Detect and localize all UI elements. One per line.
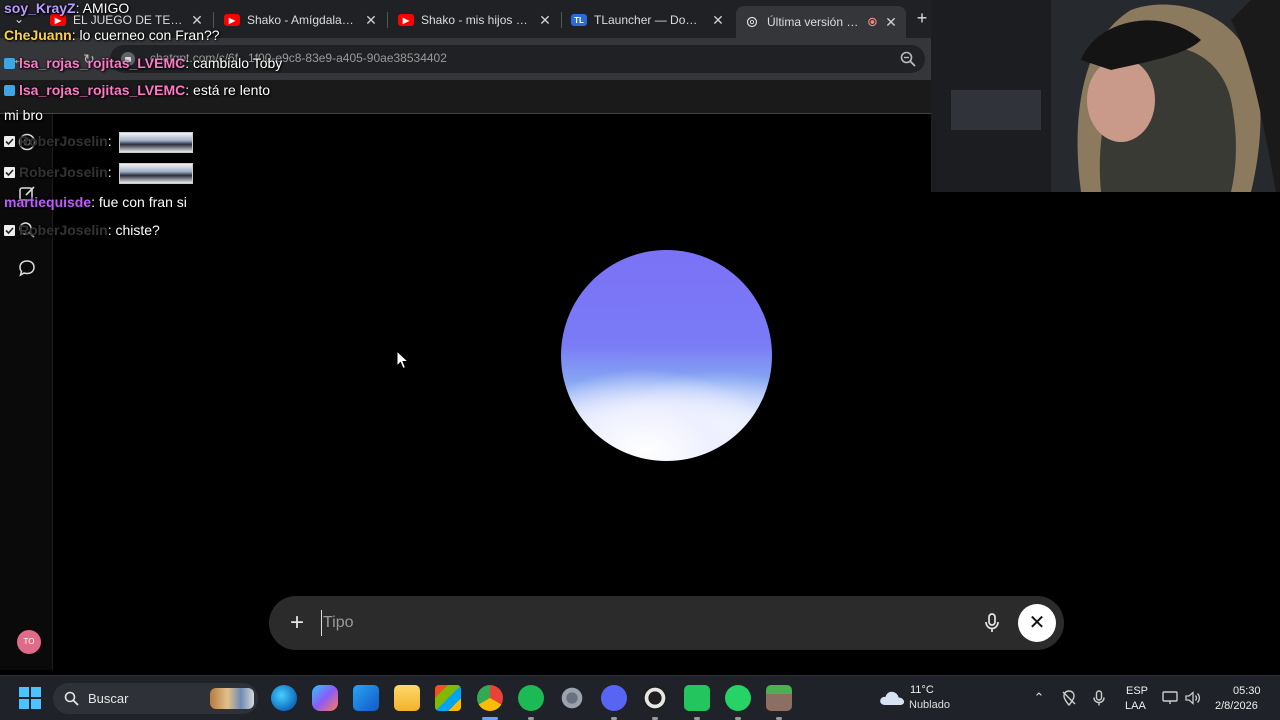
screen: ⌄ ▶ EL JUEGO DE TERROR ✕ ▶ Shako - Amígd…: [0, 0, 1280, 720]
chat-bubble-icon[interactable]: [17, 258, 37, 278]
tab-label: TLauncher — Download: [594, 13, 704, 27]
tab-close-icon[interactable]: ✕: [884, 14, 898, 31]
mouse-cursor-icon: [396, 350, 410, 370]
chat-message: chiste?: [115, 222, 160, 238]
tab-label: Shako - mis hijos (prod.): [421, 13, 531, 27]
chat-message: fue con fran si: [98, 194, 187, 210]
stream-chat-line: mi bro: [4, 107, 43, 123]
obs-icon[interactable]: [642, 685, 668, 711]
subscriber-badge-icon: [4, 58, 15, 69]
outlook-icon[interactable]: [353, 685, 379, 711]
voice-mode-orb: [561, 250, 772, 461]
network-icon[interactable]: [1161, 689, 1179, 707]
chat-username: RoberJoselin: [19, 222, 108, 238]
tab-close-icon[interactable]: ✕: [711, 12, 725, 29]
location-off-icon[interactable]: [1060, 689, 1078, 707]
chat-message: mi bro: [4, 107, 43, 123]
whatsapp-icon[interactable]: [725, 685, 751, 711]
tab-label: Shako - Amígdalas (Video Oficial): [247, 13, 357, 27]
edge-icon[interactable]: [271, 685, 297, 711]
check-badge-icon: [4, 167, 15, 179]
chat-composer: + ✕: [269, 596, 1064, 650]
chat-emote-image: [119, 163, 194, 184]
tab-2[interactable]: ▶ Shako - Amígdalas (Video Oficial) ✕: [216, 6, 386, 34]
webcam-feed: [931, 0, 1280, 192]
file-explorer-icon[interactable]: [394, 685, 420, 711]
stream-chat-line: RoberJoselin: chiste?: [4, 222, 160, 238]
avatar[interactable]: TO: [17, 630, 41, 654]
stream-chat-line: lsa_rojas_rojitas_LVEMC: cambialo Toby: [4, 55, 282, 71]
message-input[interactable]: [321, 610, 921, 636]
search-highlight-image: [210, 688, 254, 709]
chat-message: cambialo Toby: [193, 55, 283, 71]
tab-separator: [387, 12, 388, 28]
windows-start-icon[interactable]: [19, 687, 41, 709]
chat-username: CheJuann: [4, 27, 72, 43]
search-icon: [64, 691, 79, 706]
stream-chat-line: lsa_rojas_rojitas_LVEMC: está re lento: [4, 82, 270, 98]
chat-username: lsa_rojas_rojitas_LVEMC: [19, 82, 186, 98]
tlauncher-icon: TL: [571, 14, 587, 26]
spotify-icon[interactable]: [518, 685, 544, 711]
check-badge-icon: [4, 225, 15, 236]
tab-3[interactable]: ▶ Shako - mis hijos (prod.) ✕: [390, 6, 560, 34]
tab-separator: [213, 12, 214, 28]
stream-chat-line: RoberJoselin:: [4, 163, 194, 184]
tab-separator: [561, 12, 562, 28]
minecraft-icon[interactable]: [766, 685, 792, 711]
stream-chat-line: martiequisde: fue con fran si: [4, 194, 187, 210]
zoom-icon[interactable]: [899, 50, 917, 68]
windows-taskbar: Buscar 11°C Nublado ⌃ ESP LAA 05:30 2/8/…: [0, 675, 1280, 720]
chat-message: está re lento: [193, 82, 271, 98]
microphone-icon[interactable]: [981, 612, 1003, 634]
subscriber-badge-icon: [4, 85, 15, 96]
tab-5-active[interactable]: Última versión Minecraft ✕: [736, 6, 906, 38]
chat-message: lo cuerneo con Fran??: [79, 27, 220, 43]
stream-chat-line: RoberJoselin:: [4, 132, 194, 153]
weather-temperature: 11°C: [910, 684, 934, 696]
tab-close-icon[interactable]: ✕: [538, 12, 552, 29]
weather-description: Nublado: [909, 699, 950, 711]
chat-emote-image: [119, 132, 194, 153]
chat-message: AMIGO: [82, 0, 130, 16]
youtube-icon: ▶: [398, 14, 414, 26]
language-indicator[interactable]: ESP: [1126, 685, 1148, 697]
store-icon[interactable]: [435, 685, 461, 711]
cloud-weather-icon[interactable]: [878, 687, 906, 707]
youtube-icon: ▶: [224, 14, 240, 26]
taskbar-search-box[interactable]: Buscar: [53, 683, 258, 714]
chat-username: RoberJoselin: [19, 164, 108, 181]
discord-icon[interactable]: [601, 685, 627, 711]
new-tab-button[interactable]: +: [912, 8, 932, 28]
recording-indicator-icon: [868, 17, 877, 27]
tab-close-icon[interactable]: ✕: [364, 12, 378, 29]
tray-microphone-icon[interactable]: [1090, 689, 1108, 707]
keyboard-layout-indicator[interactable]: LAA: [1125, 700, 1146, 712]
tab-label: Última versión Minecraft: [767, 15, 861, 29]
tab-4[interactable]: TL TLauncher — Download ✕: [563, 6, 733, 34]
stream-chat-line: CheJuann: lo cuerneo con Fran??: [4, 27, 220, 43]
clock-date[interactable]: 2/8/2026: [1215, 700, 1258, 712]
copilot-icon[interactable]: [312, 685, 338, 711]
chat-username: martiequisde: [4, 194, 92, 210]
taskbar-search-label: Buscar: [88, 691, 129, 706]
chevron-up-icon[interactable]: ⌃: [1030, 689, 1048, 707]
volume-icon[interactable]: [1184, 689, 1202, 707]
chrome-icon[interactable]: [477, 685, 503, 711]
check-badge-icon: [4, 136, 15, 148]
chat-username: RoberJoselin: [19, 133, 108, 150]
clock-time[interactable]: 05:30: [1233, 685, 1261, 697]
chat-username: soy_KrayZ: [4, 0, 76, 16]
openai-icon: [746, 16, 758, 28]
kick-icon[interactable]: [684, 685, 710, 711]
chat-username: lsa_rojas_rojitas_LVEMC: [19, 55, 186, 71]
tab-close-icon[interactable]: ✕: [190, 12, 204, 29]
settings-icon[interactable]: [559, 685, 585, 711]
add-attachment-button[interactable]: +: [285, 611, 309, 635]
end-voice-mode-button[interactable]: ✕: [1018, 604, 1056, 642]
stream-chat-line: soy_KrayZ: AMIGO: [4, 0, 130, 16]
